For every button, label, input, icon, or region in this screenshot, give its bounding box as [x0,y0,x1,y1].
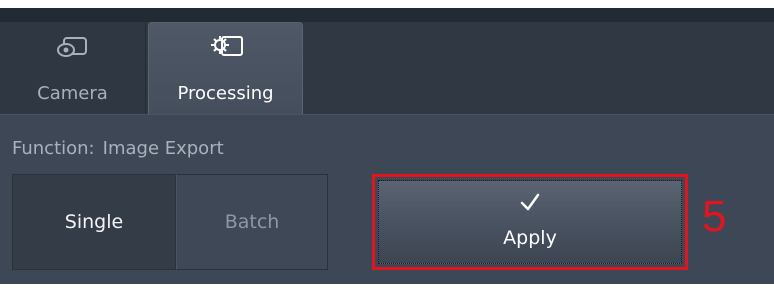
tab-processing[interactable]: Processing [148,22,303,114]
single-mode-label: Single [64,211,124,233]
step-callout-number: 5 [702,192,727,241]
batch-mode-button[interactable]: Batch [176,174,328,270]
apply-button[interactable]: Apply [378,180,682,264]
top-strip [0,8,774,22]
tab-camera-label: Camera [37,83,108,104]
checkmark-icon [379,191,681,213]
batch-mode-label: Batch [224,211,280,233]
camera-icon [0,30,145,64]
apply-label: Apply [503,227,557,249]
gear-window-icon [149,31,302,65]
function-value: Image Export [102,138,224,159]
function-label: Function: [12,138,95,159]
divider [0,114,774,115]
function-row: Function: Image Export [12,138,224,159]
single-mode-button[interactable]: Single [12,174,176,270]
tab-camera[interactable]: Camera [0,22,146,114]
tab-processing-label: Processing [177,83,274,104]
